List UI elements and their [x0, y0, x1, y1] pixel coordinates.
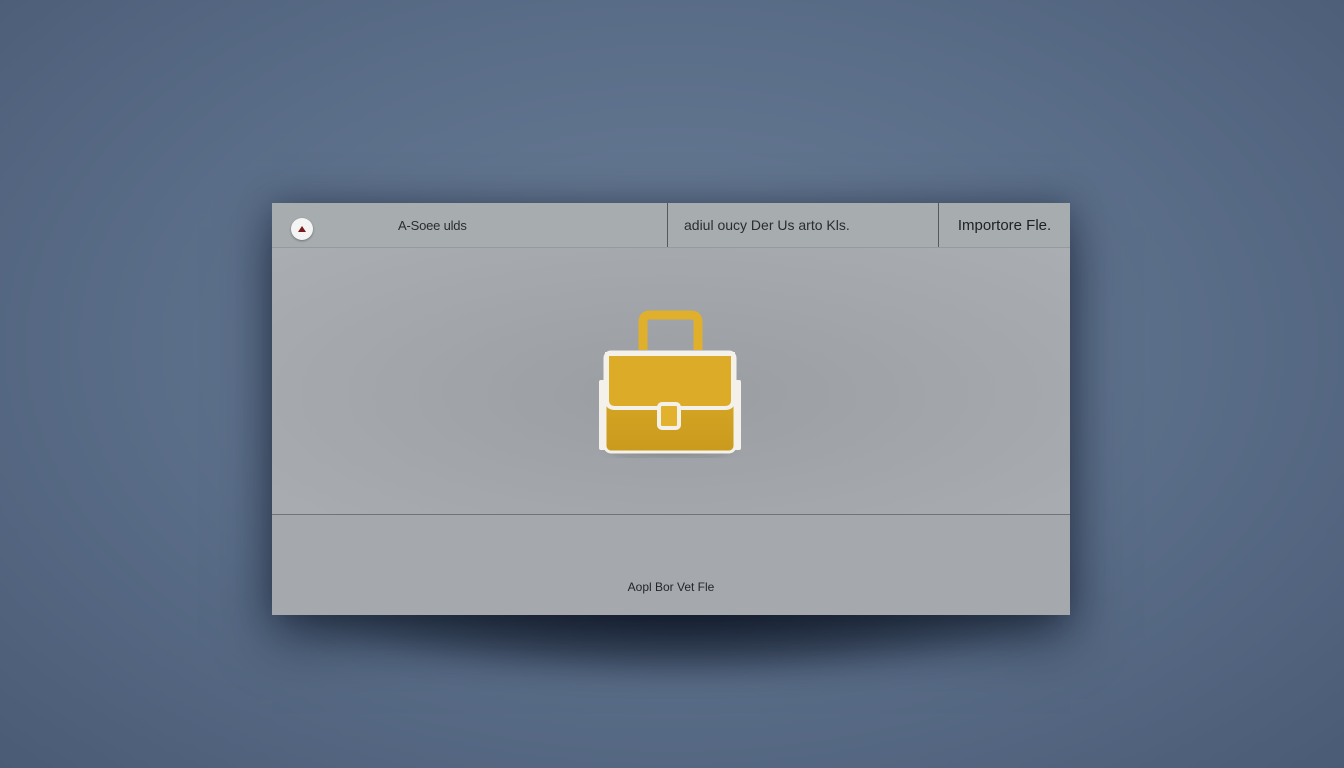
toolbar: A-Soee ulds adiul oucy Der Us arto Kls. … [272, 203, 1070, 248]
caret-up-icon[interactable] [291, 218, 313, 240]
content-area [272, 248, 1070, 514]
toolbar-left-section: A-Soee ulds [272, 203, 667, 247]
import-file-button[interactable]: Importore Fle. [938, 203, 1070, 247]
briefcase-icon [595, 308, 745, 458]
footer-section: Aopl Bor Vet Fle [272, 515, 1070, 615]
apply-file-button[interactable]: Aopl Bor Vet Fle [272, 580, 1070, 594]
dialog-window: A-Soee ulds adiul oucy Der Us arto Kls. … [272, 203, 1070, 615]
import-file-label: Importore Fle. [957, 216, 1052, 234]
toolbar-middle-tab[interactable]: adiul oucy Der Us arto Kls. [667, 203, 938, 247]
toolbar-left-label[interactable]: A-Soee ulds [398, 218, 467, 233]
toolbar-middle-label: adiul oucy Der Us arto Kls. [684, 217, 850, 233]
